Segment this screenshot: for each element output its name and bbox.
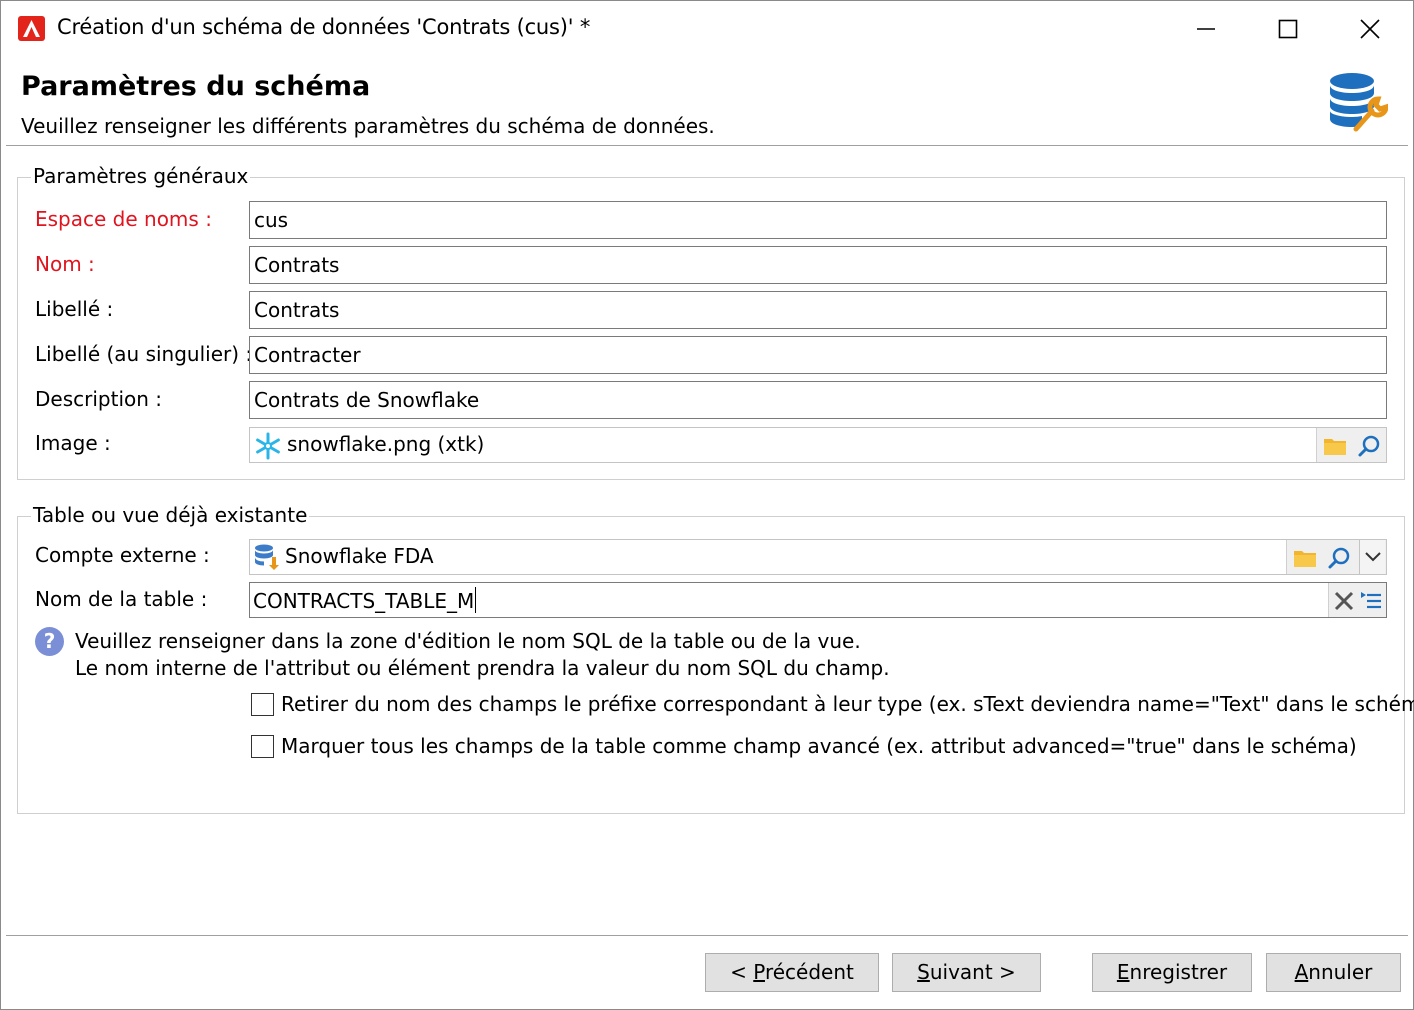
database-wrench-icon — [1326, 71, 1389, 133]
help-text-line-2: Le nom interne de l'attribut ou élément … — [75, 656, 890, 680]
namespace-field[interactable]: cus — [249, 201, 1387, 239]
label-field[interactable]: Contrats — [249, 291, 1387, 329]
close-icon — [1360, 19, 1380, 39]
description-field[interactable]: Contrats de Snowflake — [249, 381, 1387, 419]
folder-icon[interactable] — [1293, 546, 1317, 570]
wizard-window: Création d'un schéma de données 'Contrat… — [0, 0, 1414, 1010]
next-button[interactable]: Suivant > — [892, 953, 1041, 992]
minimize-icon — [1197, 28, 1215, 30]
chevron-down-icon[interactable] — [1359, 540, 1385, 574]
title-bar: Création d'un schéma de données 'Contrat… — [1, 1, 1413, 57]
list-edit-icon[interactable] — [1359, 589, 1383, 613]
page-title: Paramètres du schéma — [21, 71, 371, 102]
image-field[interactable]: snowflake.png (xtk) — [249, 427, 1387, 463]
page-subtitle: Veuillez renseigner les différents param… — [21, 114, 715, 138]
image-value: snowflake.png (xtk) — [287, 432, 485, 456]
image-label: Image : — [35, 431, 111, 455]
remove-prefix-label[interactable]: Retirer du nom des champs le préfixe cor… — [281, 692, 1414, 716]
table-name-field[interactable]: CONTRACTS_TABLE_M — [249, 582, 1387, 618]
table-name-label: Nom de la table : — [35, 587, 208, 611]
mark-advanced-checkbox[interactable] — [251, 735, 274, 758]
folder-icon[interactable] — [1323, 434, 1347, 458]
label-singular-label: Libellé (au singulier) : — [35, 342, 253, 366]
table-name-buttons — [1328, 583, 1386, 617]
minimize-button[interactable] — [1165, 1, 1247, 57]
general-parameters-legend: Paramètres généraux — [31, 164, 251, 188]
snowflake-icon — [254, 432, 280, 460]
search-icon[interactable] — [1327, 546, 1351, 570]
mark-advanced-label[interactable]: Marquer tous les champs de la table comm… — [281, 734, 1357, 758]
existing-table-legend: Table ou vue déjà existante — [31, 503, 310, 527]
text-caret — [475, 587, 477, 613]
close-button[interactable] — [1329, 1, 1411, 57]
help-icon: ? — [35, 627, 64, 656]
table-name-value: CONTRACTS_TABLE_M — [253, 587, 477, 613]
window-title: Création d'un schéma de données 'Contrat… — [57, 15, 591, 39]
external-account-buttons — [1286, 540, 1386, 574]
save-button[interactable]: Enregistrer — [1092, 953, 1252, 992]
name-field[interactable]: Contrats — [249, 246, 1387, 284]
maximize-button[interactable] — [1247, 1, 1329, 57]
adobe-logo-icon — [18, 16, 45, 41]
external-account-value: Snowflake FDA — [285, 544, 434, 568]
image-buttons — [1316, 428, 1386, 462]
namespace-label: Espace de noms : — [35, 207, 212, 231]
name-label: Nom : — [35, 252, 95, 276]
database-download-icon — [253, 543, 279, 570]
footer-separator — [6, 935, 1408, 937]
external-account-select[interactable]: Snowflake FDA — [249, 539, 1387, 575]
search-icon[interactable] — [1357, 434, 1381, 458]
remove-prefix-checkbox[interactable] — [251, 693, 274, 716]
cancel-button[interactable]: Annuler — [1266, 953, 1401, 992]
label-label: Libellé : — [35, 297, 114, 321]
wizard-header: Paramètres du schéma Veuillez renseigner… — [1, 57, 1413, 147]
header-separator — [6, 145, 1408, 147]
description-label: Description : — [35, 387, 163, 411]
maximize-icon — [1278, 19, 1298, 39]
external-account-label: Compte externe : — [35, 543, 210, 567]
help-text-line-1: Veuillez renseigner dans la zone d'éditi… — [75, 629, 861, 653]
clear-icon[interactable] — [1332, 589, 1356, 613]
label-singular-field[interactable]: Contracter — [249, 336, 1387, 374]
previous-button[interactable]: < Précédent — [705, 953, 879, 992]
